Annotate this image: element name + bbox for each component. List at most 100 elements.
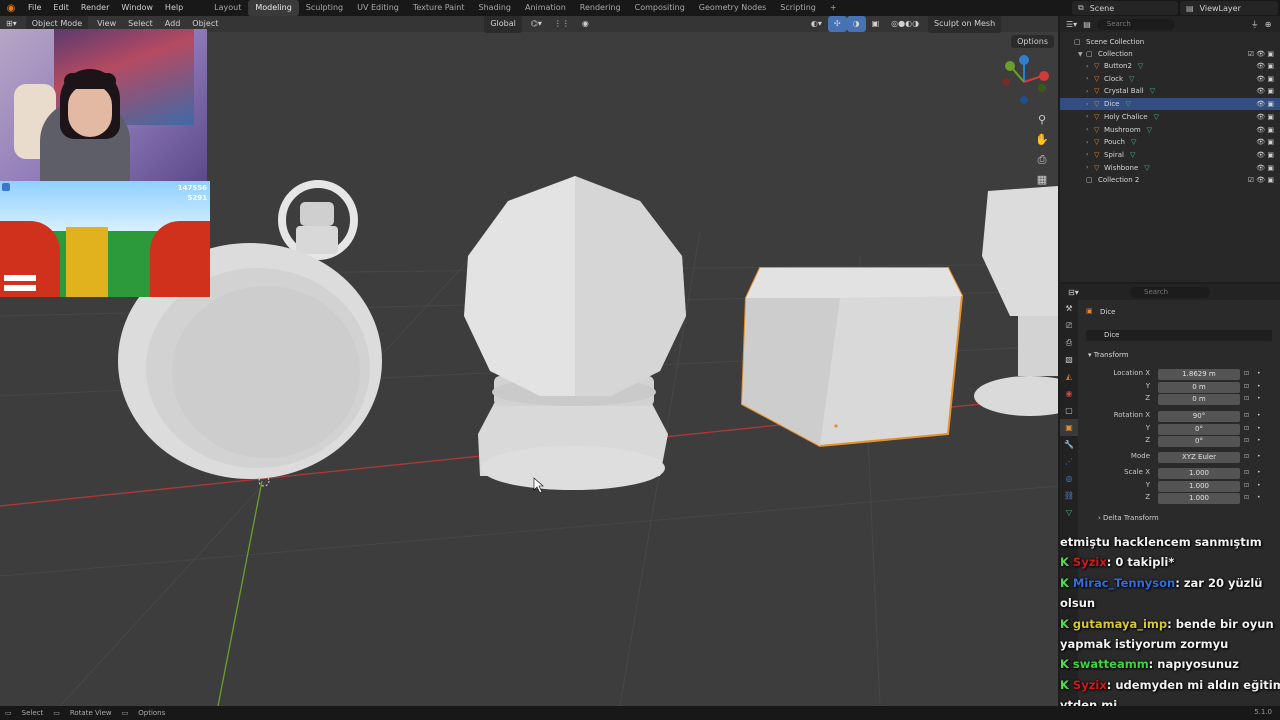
outliner-item-pouch[interactable]: › ▽ Pouch ▽ 👁 ▣: [1060, 136, 1280, 148]
visibility-toggles[interactable]: 👁 ▣: [1256, 126, 1274, 134]
keyframe-dot-icon[interactable]: •: [1257, 370, 1261, 377]
outliner-filter-icon[interactable]: ▤: [1083, 20, 1091, 29]
mesh-data-icon[interactable]: ▽: [1129, 75, 1134, 83]
menu-edit[interactable]: Edit: [47, 0, 75, 16]
blender-logo-icon[interactable]: ◉: [0, 3, 22, 14]
tab-sculpting[interactable]: Sculpting: [299, 0, 350, 16]
lock-icon[interactable]: ⊡: [1244, 482, 1249, 489]
lock-icon[interactable]: ⊡: [1244, 395, 1249, 402]
outliner-item-mushroom[interactable]: › ▽ Mushroom ▽ 👁 ▣: [1060, 124, 1280, 136]
mesh-data-icon[interactable]: ▽: [1147, 126, 1152, 134]
lock-icon[interactable]: ⊡: [1244, 469, 1249, 476]
dice-object[interactable]: [740, 267, 964, 448]
mesh-data-icon[interactable]: ▽: [1150, 87, 1155, 95]
expand-arrow-icon[interactable]: ›: [1086, 75, 1094, 82]
lock-icon[interactable]: ⊡: [1244, 412, 1249, 419]
tab-animation[interactable]: Animation: [518, 0, 573, 16]
data-tab-icon[interactable]: ▽: [1060, 504, 1078, 521]
scale-y-field[interactable]: 1.000: [1158, 480, 1240, 492]
lock-icon[interactable]: ⊡: [1244, 494, 1249, 501]
expand-arrow-icon[interactable]: ›: [1086, 63, 1094, 70]
visibility-icon[interactable]: ◐▾: [805, 16, 828, 32]
visibility-toggles[interactable]: 👁 ▣: [1256, 151, 1274, 159]
new-collection-icon[interactable]: ⊕: [1265, 20, 1272, 29]
view-layer-tab-icon[interactable]: ▧: [1060, 351, 1078, 368]
properties-search-input[interactable]: Search: [1130, 287, 1210, 298]
outliner-funnel-icon[interactable]: ⏚: [1251, 19, 1259, 30]
mesh-data-icon[interactable]: ▽: [1144, 164, 1149, 172]
lock-icon[interactable]: ⊡: [1244, 437, 1249, 444]
navigation-gizmo[interactable]: [1002, 55, 1049, 104]
keyframe-dot-icon[interactable]: •: [1257, 453, 1261, 460]
expand-arrow-icon[interactable]: ›: [1086, 151, 1094, 158]
tab-layout[interactable]: Layout: [207, 0, 248, 16]
lock-icon[interactable]: ⊡: [1244, 370, 1249, 377]
constraints-tab-icon[interactable]: ⛓: [1060, 487, 1078, 504]
location-y-field[interactable]: 0 m: [1158, 381, 1240, 393]
rotation-z-field[interactable]: 0°: [1158, 436, 1240, 447]
pan-hand-icon[interactable]: ✋: [1034, 132, 1050, 148]
visibility-toggles[interactable]: 👁 ▣: [1256, 164, 1274, 172]
proportional-icon[interactable]: ◉: [576, 16, 595, 32]
tab-scripting[interactable]: Scripting: [773, 0, 823, 16]
outliner-item-clock[interactable]: › ▽ Clock ▽ 👁 ▣: [1060, 73, 1280, 85]
collection2-row[interactable]: ▢ Collection 2 ☑ 👁 ▣: [1060, 174, 1280, 186]
mesh-data-icon[interactable]: ▽: [1131, 138, 1136, 146]
camera-icon[interactable]: ⎙: [1034, 152, 1050, 168]
menu-render[interactable]: Render: [75, 0, 115, 16]
collection2-toggles[interactable]: ☑ 👁 ▣: [1248, 176, 1274, 184]
keyframe-dot-icon[interactable]: •: [1257, 412, 1261, 419]
collection-row[interactable]: ▼ ▢ Collection ☑ 👁 ▣: [1060, 48, 1280, 60]
orientation-dropdown[interactable]: Global: [484, 16, 522, 33]
scene-collection-row[interactable]: ▢ Scene Collection: [1060, 36, 1280, 48]
outliner-item-button2[interactable]: › ▽ Button2 ▽ 👁 ▣: [1060, 60, 1280, 72]
tab-geometry-nodes[interactable]: Geometry Nodes: [692, 0, 773, 16]
keyframe-dot-icon[interactable]: •: [1257, 437, 1261, 444]
render-tab-icon[interactable]: ⎚: [1060, 317, 1078, 334]
lock-icon[interactable]: ⊡: [1244, 425, 1249, 432]
outliner-item-wishbone[interactable]: › ▽ Wishbone ▽ 👁 ▣: [1060, 162, 1280, 174]
perspective-grid-icon[interactable]: ▦: [1034, 172, 1050, 188]
scale-z-field[interactable]: 1.000: [1158, 493, 1240, 504]
view-layer-selector[interactable]: ▤ ViewLayer: [1180, 1, 1278, 15]
gizmo-toggle-icon[interactable]: ✣: [827, 16, 847, 32]
zoom-icon[interactable]: ⚲: [1034, 112, 1050, 128]
pivot-icon[interactable]: ⌬▾: [525, 16, 548, 32]
location-x-field[interactable]: 1.8629 m: [1158, 369, 1240, 380]
xray-icon[interactable]: ▣: [866, 16, 886, 32]
outliner-item-spiral[interactable]: › ▽ Spiral ▽ 👁 ▣: [1060, 149, 1280, 161]
scene-tab-icon[interactable]: ◭: [1060, 368, 1078, 385]
outliner-search-input[interactable]: Search: [1096, 18, 1175, 30]
visibility-toggles[interactable]: 👁 ▣: [1256, 87, 1274, 95]
lock-icon[interactable]: ⊡: [1244, 453, 1249, 460]
holy-chalice-object[interactable]: [974, 186, 1058, 416]
tab-texture-paint[interactable]: Texture Paint: [406, 0, 472, 16]
mesh-data-icon[interactable]: ▽: [1126, 100, 1131, 108]
expand-arrow-icon[interactable]: ›: [1086, 126, 1094, 133]
scale-x-field[interactable]: 1.000: [1158, 468, 1240, 479]
modifier-tab-icon[interactable]: 🔧: [1060, 436, 1078, 453]
physics-tab-icon[interactable]: ◎: [1060, 470, 1078, 487]
transform-panel-header[interactable]: ▾ Transform: [1088, 351, 1129, 359]
crystal-ball-object[interactable]: [464, 176, 686, 490]
keyframe-dot-icon[interactable]: •: [1257, 469, 1261, 476]
object-datablock-field[interactable]: Dice: [1086, 330, 1272, 341]
rotation-x-field[interactable]: 90°: [1158, 411, 1240, 422]
keyframe-dot-icon[interactable]: •: [1257, 425, 1261, 432]
keyframe-dot-icon[interactable]: •: [1257, 395, 1261, 402]
tool-tab-icon[interactable]: ⚒: [1060, 300, 1078, 317]
visibility-toggles[interactable]: 👁 ▣: [1256, 75, 1274, 83]
menu-file[interactable]: File: [22, 0, 47, 16]
mesh-data-icon[interactable]: ▽: [1154, 113, 1159, 121]
expand-arrow-icon[interactable]: ›: [1086, 139, 1094, 146]
outliner-editor-icon[interactable]: ☰▾: [1066, 20, 1077, 29]
mesh-data-icon[interactable]: ▽: [1138, 62, 1143, 70]
expand-arrow-icon[interactable]: ▼: [1078, 51, 1086, 58]
visibility-toggles[interactable]: 👁 ▣: [1256, 113, 1274, 121]
visibility-toggles[interactable]: 👁 ▣: [1256, 100, 1274, 108]
properties-editor-icon[interactable]: ⊟▾: [1068, 288, 1079, 297]
visibility-toggles[interactable]: 👁 ▣: [1256, 138, 1274, 146]
keyframe-dot-icon[interactable]: •: [1257, 482, 1261, 489]
tab-uv-editing[interactable]: UV Editing: [350, 0, 406, 16]
scene-selector[interactable]: ⧉ Scene: [1072, 1, 1178, 15]
